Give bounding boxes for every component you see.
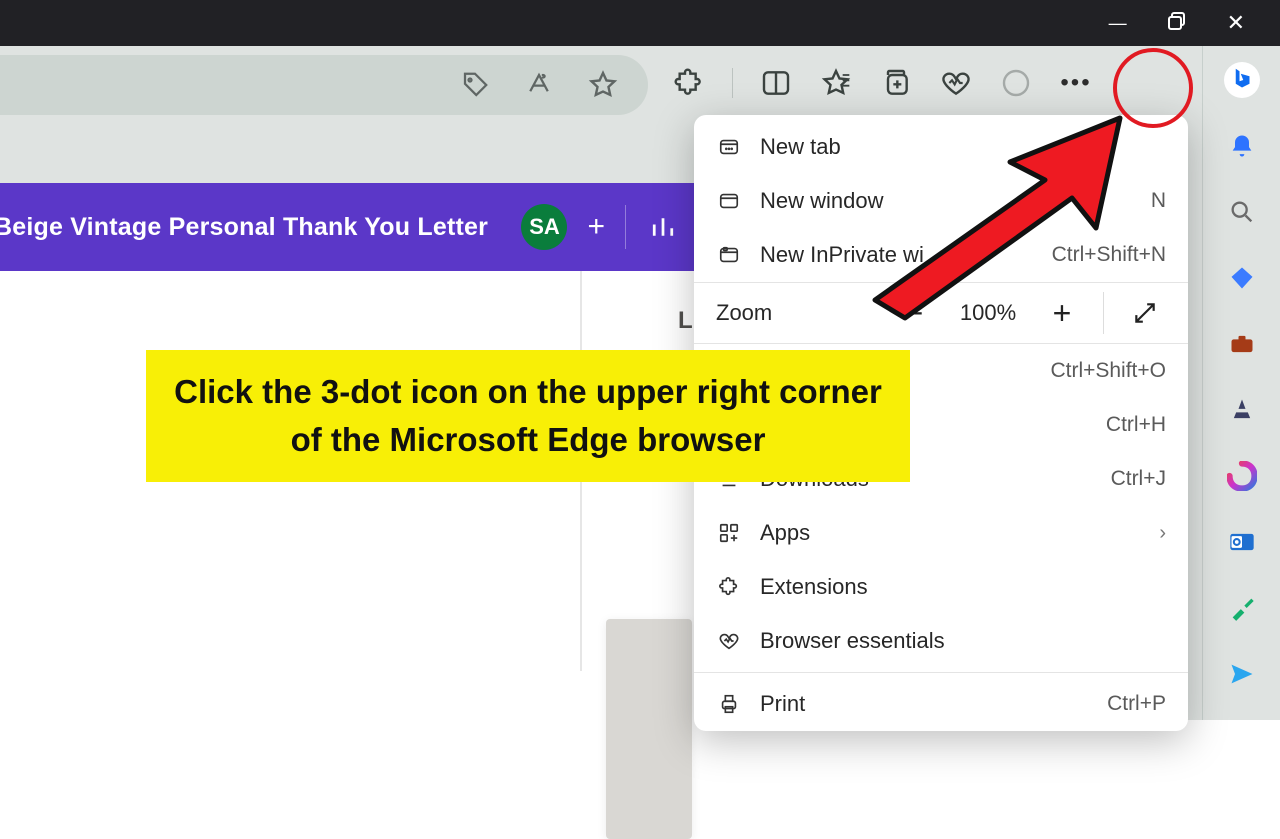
window-titlebar: — ✕: [0, 0, 1280, 46]
essentials-icon: [716, 630, 742, 652]
settings-and-more-button[interactable]: •••: [1059, 66, 1093, 100]
chevron-right-icon: ›: [1159, 522, 1166, 545]
browser-essentials-heart-icon[interactable]: [939, 66, 973, 100]
zoom-value: 100%: [949, 300, 1027, 326]
send-icon[interactable]: [1224, 656, 1260, 692]
menu-shortcut: N: [1151, 189, 1166, 213]
header-divider: [625, 205, 626, 249]
print-icon: [716, 693, 742, 715]
zoom-label: Zoom: [716, 300, 879, 326]
menu-item-print[interactable]: Print Ctrl+P: [694, 677, 1188, 731]
document-title: Beige Vintage Personal Thank You Letter: [0, 213, 488, 242]
price-tag-icon[interactable]: [458, 68, 492, 102]
menu-label: New InPrivate wi: [760, 242, 1034, 268]
window-close-button[interactable]: ✕: [1227, 10, 1245, 36]
menu-label: Browser essentials: [760, 628, 1166, 654]
shopping-icon[interactable]: [1224, 260, 1260, 296]
read-aloud-icon[interactable]: [522, 68, 556, 102]
page-thumbnail[interactable]: [606, 619, 692, 839]
outlook-icon[interactable]: [1224, 524, 1260, 560]
tools-icon[interactable]: [1224, 590, 1260, 626]
user-avatar[interactable]: SA: [521, 204, 567, 250]
menu-divider: [694, 672, 1188, 673]
right-panel-letter-peek: L: [678, 307, 693, 335]
menu-shortcut: Ctrl+H: [1106, 413, 1166, 437]
menu-label: Print: [760, 691, 1089, 717]
canva-header: Beige Vintage Personal Thank You Letter …: [0, 183, 698, 271]
menu-shortcut: Ctrl+Shift+O: [1050, 359, 1166, 383]
new-window-icon: [716, 190, 742, 212]
menu-item-new-tab[interactable]: New tab: [694, 120, 1188, 174]
instruction-callout: Click the 3-dot icon on the upper right …: [146, 350, 910, 482]
canva-canvas: [0, 271, 698, 720]
menu-shortcut: Ctrl+P: [1107, 692, 1166, 716]
briefcase-icon[interactable]: [1224, 326, 1260, 362]
zoom-in-button[interactable]: +: [1041, 292, 1083, 334]
menu-item-new-window[interactable]: New window N: [694, 174, 1188, 228]
add-member-button[interactable]: +: [587, 210, 605, 244]
menu-zoom-row: Zoom − 100% +: [694, 282, 1188, 344]
collections-icon[interactable]: [879, 66, 913, 100]
split-screen-icon[interactable]: [759, 66, 793, 100]
search-icon[interactable]: [1224, 194, 1260, 230]
notifications-icon[interactable]: [1224, 128, 1260, 164]
menu-label: Extensions: [760, 574, 1166, 600]
games-icon[interactable]: [1224, 392, 1260, 428]
extensions-icon: [716, 576, 742, 598]
favorites-list-icon[interactable]: [819, 66, 853, 100]
menu-item-browser-essentials[interactable]: Browser essentials: [694, 614, 1188, 668]
browser-toolbar: •••: [0, 46, 1280, 119]
menu-item-apps[interactable]: Apps ›: [694, 506, 1188, 560]
bing-chat-icon[interactable]: [1224, 62, 1260, 98]
menu-item-extensions[interactable]: Extensions: [694, 560, 1188, 614]
apps-icon: [716, 522, 742, 544]
address-bar[interactable]: [0, 55, 648, 115]
zoom-out-button[interactable]: −: [893, 292, 935, 334]
menu-label: New tab: [760, 134, 1148, 160]
inprivate-icon: [716, 244, 742, 266]
favorite-star-icon[interactable]: [586, 68, 620, 102]
fullscreen-button[interactable]: [1124, 292, 1166, 334]
window-minimize-button[interactable]: —: [1109, 13, 1127, 34]
new-tab-icon: [716, 136, 742, 158]
zoom-divider: [1103, 292, 1104, 334]
menu-label: New window: [760, 188, 1133, 214]
window-maximize-button[interactable]: [1167, 11, 1187, 36]
menu-label: Apps: [760, 520, 1141, 546]
edge-sidebar: [1202, 46, 1280, 720]
menu-shortcut: Ctrl+J: [1111, 467, 1166, 491]
profile-icon[interactable]: [999, 66, 1033, 100]
toolbar-separator: [732, 68, 733, 98]
analytics-icon[interactable]: [646, 210, 680, 244]
menu-item-new-inprivate[interactable]: New InPrivate wi Ctrl+Shift+N: [694, 228, 1188, 282]
extensions-puzzle-icon[interactable]: [672, 66, 706, 100]
menu-shortcut: Ctrl+Shift+N: [1052, 243, 1166, 267]
m365-icon[interactable]: [1224, 458, 1260, 494]
